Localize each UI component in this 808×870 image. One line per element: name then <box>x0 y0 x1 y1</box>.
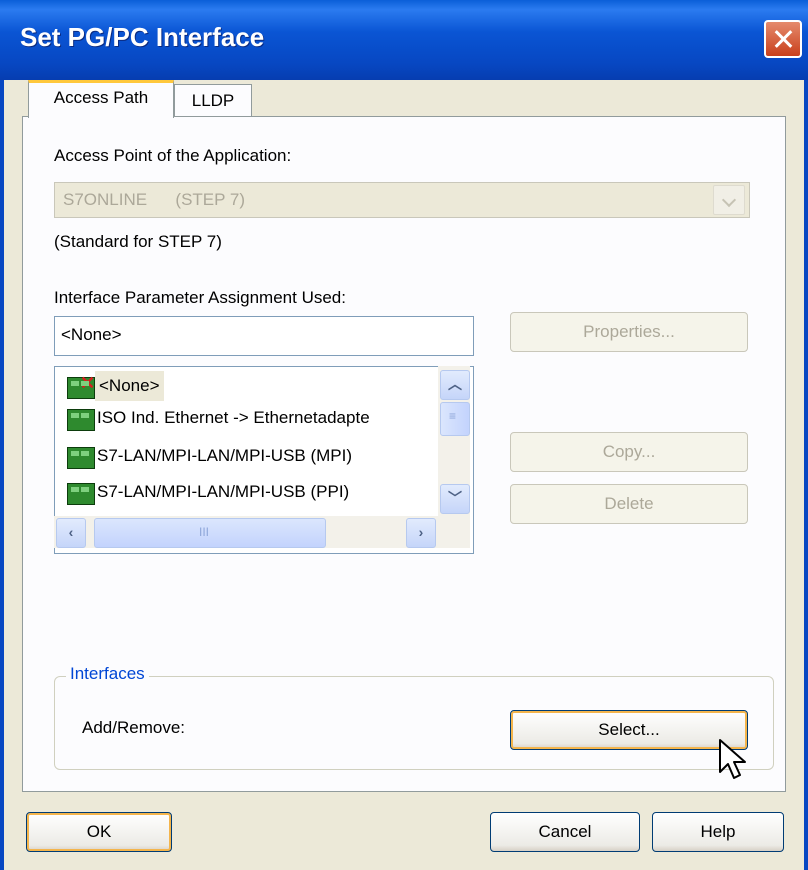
scroll-up-icon[interactable]: ︿ <box>440 370 470 400</box>
window-border-left <box>0 80 4 870</box>
chevron-down-icon[interactable] <box>713 185 745 215</box>
copy-button[interactable]: Copy... <box>510 432 748 472</box>
interface-disabled-icon: ✕ <box>67 374 95 399</box>
tab-access-path[interactable]: Access Path <box>28 80 174 118</box>
interface-card-icon <box>67 447 95 469</box>
horizontal-scroll-thumb[interactable]: III <box>94 518 326 548</box>
tab-lldp[interactable]: LLDP <box>174 84 252 118</box>
access-point-combo[interactable]: S7ONLINE (STEP 7) <box>54 182 750 218</box>
vertical-scroll-thumb[interactable]: ≡ <box>440 402 470 436</box>
access-point-label: Access Point of the Application: <box>54 146 292 165</box>
parameter-assignment-label: Interface Parameter Assignment Used: <box>54 288 346 307</box>
help-button[interactable]: Help <box>652 812 784 852</box>
interface-card-icon <box>67 483 95 505</box>
cancel-button[interactable]: Cancel <box>490 812 640 852</box>
access-point-value: S7ONLINE (STEP 7) <box>63 190 246 209</box>
scroll-left-icon[interactable]: ‹ <box>56 518 86 548</box>
parameter-assignment-field[interactable]: <None> <box>54 316 474 356</box>
list-item-label: <None> <box>95 371 164 401</box>
list-item-label: S7-LAN/MPI-LAN/MPI-USB (PPI) <box>97 482 350 501</box>
window-border-right <box>804 80 808 870</box>
properties-button[interactable]: Properties... <box>510 312 748 352</box>
list-vertical-scrollbar[interactable]: ︿ ≡ ﹀ <box>438 366 470 516</box>
ok-button[interactable]: OK <box>26 812 172 852</box>
scroll-right-icon[interactable]: › <box>406 518 436 548</box>
access-point-note: (Standard for STEP 7) <box>54 232 222 251</box>
scroll-down-icon[interactable]: ﹀ <box>440 484 470 514</box>
interface-card-icon <box>67 409 95 431</box>
interfaces-group-title: Interfaces <box>66 664 149 684</box>
select-button[interactable]: Select... <box>510 710 748 750</box>
mouse-cursor-icon <box>719 739 746 779</box>
delete-button[interactable]: Delete <box>510 484 748 524</box>
window-title: Set PG/PC Interface <box>20 22 265 52</box>
list-item-label: ISO Ind. Ethernet -> Ethernetadapte <box>97 408 370 427</box>
close-button[interactable] <box>764 20 802 58</box>
list-item-label: S7-LAN/MPI-LAN/MPI-USB (MPI) <box>97 446 353 465</box>
scrollbar-corner <box>438 516 470 548</box>
list-horizontal-scrollbar[interactable]: ‹ III › <box>54 516 438 548</box>
add-remove-label: Add/Remove: <box>82 718 185 737</box>
